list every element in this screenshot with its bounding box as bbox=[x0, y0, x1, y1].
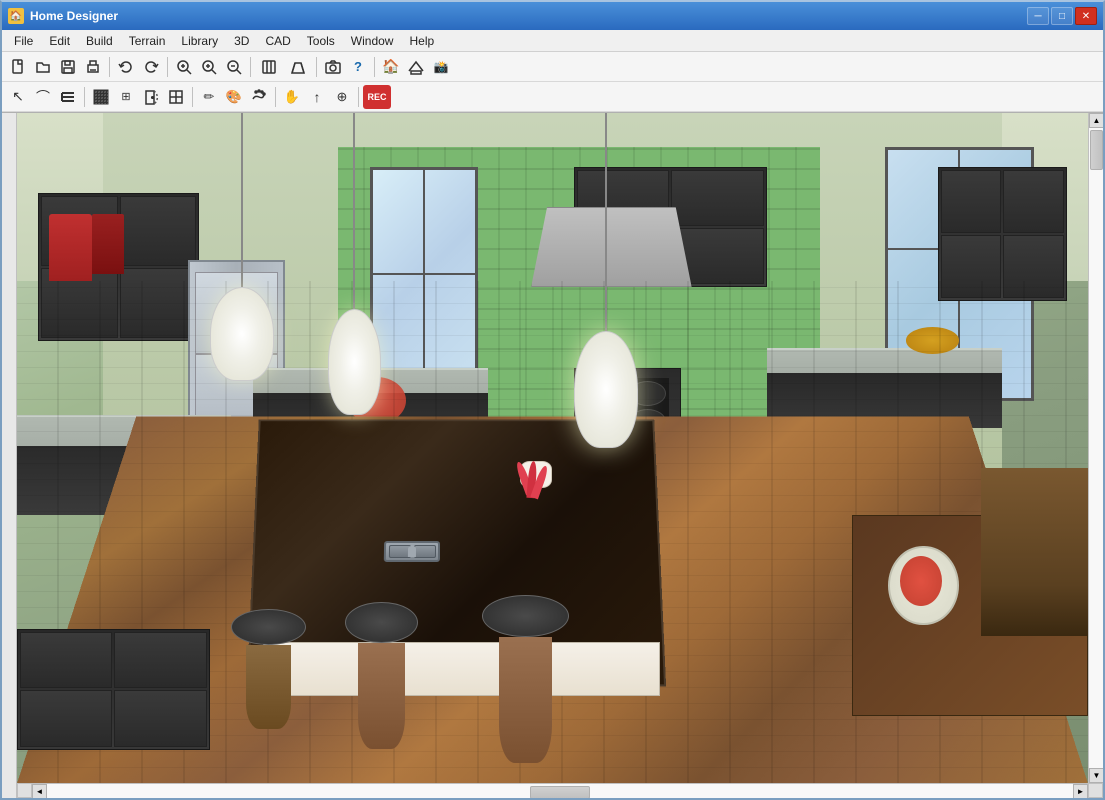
bar-stool-1 bbox=[231, 609, 306, 730]
main-area: ▲ ▼ ◄ ► bbox=[2, 113, 1103, 798]
camera-button[interactable] bbox=[321, 55, 345, 79]
cabinet-decor-2 bbox=[92, 214, 124, 274]
minimize-button[interactable]: ─ bbox=[1027, 7, 1049, 25]
island-front bbox=[263, 642, 659, 696]
arrow-up-tool[interactable]: ↑ bbox=[305, 85, 329, 109]
print-button[interactable] bbox=[81, 55, 105, 79]
maximize-button[interactable]: □ bbox=[1051, 7, 1073, 25]
bottom-bar: ◄ ► bbox=[17, 783, 1103, 798]
scroll-down-arrow[interactable]: ▼ bbox=[1089, 768, 1103, 783]
menu-cad[interactable]: CAD bbox=[257, 32, 298, 50]
scroll-right-arrow[interactable]: ► bbox=[1073, 784, 1088, 799]
close-button[interactable]: ✕ bbox=[1075, 7, 1097, 25]
zoom-out-button[interactable] bbox=[222, 55, 246, 79]
vertical-ruler bbox=[2, 113, 17, 798]
fit-view-button[interactable] bbox=[255, 55, 283, 79]
flowers-vase bbox=[510, 461, 564, 528]
fruit-1 bbox=[900, 556, 942, 606]
menu-bar: File Edit Build Terrain Library 3D CAD T… bbox=[2, 30, 1103, 52]
roof-button[interactable] bbox=[404, 55, 428, 79]
toolbar2-sep-2 bbox=[192, 87, 193, 107]
bar-stool-2 bbox=[338, 602, 424, 749]
menu-window[interactable]: Window bbox=[343, 32, 402, 50]
scroll-up-arrow[interactable]: ▲ bbox=[1089, 113, 1103, 128]
menu-file[interactable]: File bbox=[6, 32, 41, 50]
select-tool[interactable]: ↖ bbox=[6, 85, 30, 109]
toolbar-row-1: ? 🏠 📸 bbox=[2, 52, 1103, 82]
spray-tool[interactable] bbox=[247, 85, 271, 109]
fill-tool[interactable] bbox=[89, 85, 113, 109]
toolbar-sep-5 bbox=[374, 57, 375, 77]
wall-tool[interactable] bbox=[56, 85, 80, 109]
kitchen-scene bbox=[17, 113, 1088, 783]
pendant-light-2 bbox=[328, 113, 382, 415]
left-lower-cabinet bbox=[17, 629, 210, 750]
transform-tool[interactable]: ⊕ bbox=[330, 85, 354, 109]
record-button[interactable]: REC bbox=[363, 85, 391, 109]
toolbar-row-2: ↖ ⌒ ⊞ ✏ 🎨 ✋ ↑ ⊕ bbox=[2, 82, 1103, 112]
arc-tool[interactable]: ⌒ bbox=[31, 85, 55, 109]
paint-tool[interactable]: 🎨 bbox=[222, 85, 246, 109]
bar-stool-3 bbox=[478, 595, 574, 763]
corner-box bbox=[1088, 783, 1103, 798]
title-bar-controls: ─ □ ✕ bbox=[1027, 7, 1097, 25]
room-tool[interactable]: ⊞ bbox=[114, 85, 138, 109]
new-button[interactable] bbox=[6, 55, 30, 79]
menu-help[interactable]: Help bbox=[401, 32, 442, 50]
undo-button[interactable] bbox=[114, 55, 138, 79]
scroll-track-v[interactable] bbox=[1089, 128, 1103, 768]
scroll-track-h[interactable] bbox=[47, 784, 1073, 798]
menu-terrain[interactable]: Terrain bbox=[121, 32, 174, 50]
save-button[interactable] bbox=[56, 55, 80, 79]
redo-button[interactable] bbox=[139, 55, 163, 79]
toolbar2-sep-1 bbox=[84, 87, 85, 107]
door-tool[interactable] bbox=[139, 85, 163, 109]
zoom-extend-button[interactable] bbox=[172, 55, 196, 79]
toolbar-container: ? 🏠 📸 ↖ ⌒ ⊞ bbox=[2, 52, 1103, 113]
canvas-area[interactable] bbox=[17, 113, 1088, 783]
toolbar-sep-2 bbox=[167, 57, 168, 77]
menu-edit[interactable]: Edit bbox=[41, 32, 78, 50]
faucet bbox=[408, 546, 416, 557]
toolbar-sep-1 bbox=[109, 57, 110, 77]
menu-tools[interactable]: Tools bbox=[299, 32, 343, 50]
perspective-button[interactable] bbox=[284, 55, 312, 79]
dining-chair bbox=[981, 468, 1088, 636]
vertical-scrollbar: ▲ ▼ bbox=[1088, 113, 1103, 783]
menu-library[interactable]: Library bbox=[173, 32, 226, 50]
hand-tool[interactable]: ✋ bbox=[280, 85, 304, 109]
ruler-corner bbox=[17, 783, 32, 798]
pendant-light-1 bbox=[210, 113, 274, 381]
scroll-thumb-v[interactable] bbox=[1090, 130, 1103, 170]
help-button[interactable]: ? bbox=[346, 55, 370, 79]
camera2-button[interactable]: 📸 bbox=[429, 55, 453, 79]
app-icon: 🏠 bbox=[8, 8, 24, 24]
window-tool[interactable] bbox=[164, 85, 188, 109]
window-title: Home Designer bbox=[30, 9, 118, 23]
toolbar-sep-3 bbox=[250, 57, 251, 77]
title-bar: 🏠 Home Designer ─ □ ✕ bbox=[2, 2, 1103, 30]
scroll-left-arrow[interactable]: ◄ bbox=[32, 784, 47, 799]
menu-3d[interactable]: 3D bbox=[226, 32, 257, 50]
main-window: 🏠 Home Designer ─ □ ✕ File Edit Build Te… bbox=[0, 0, 1105, 800]
zoom-in-button[interactable] bbox=[197, 55, 221, 79]
scroll-thumb-h[interactable] bbox=[530, 786, 590, 798]
pencil-tool[interactable]: ✏ bbox=[197, 85, 221, 109]
toolbar2-sep-3 bbox=[275, 87, 276, 107]
menu-build[interactable]: Build bbox=[78, 32, 121, 50]
horizontal-scrollbar: ◄ ► bbox=[32, 783, 1088, 798]
open-button[interactable] bbox=[31, 55, 55, 79]
house-button[interactable]: 🏠 bbox=[379, 55, 403, 79]
cabinet-decor bbox=[49, 214, 92, 281]
toolbar2-sep-4 bbox=[358, 87, 359, 107]
title-bar-left: 🏠 Home Designer bbox=[8, 8, 118, 24]
pendant-light-3 bbox=[574, 113, 638, 448]
toolbar-sep-4 bbox=[316, 57, 317, 77]
